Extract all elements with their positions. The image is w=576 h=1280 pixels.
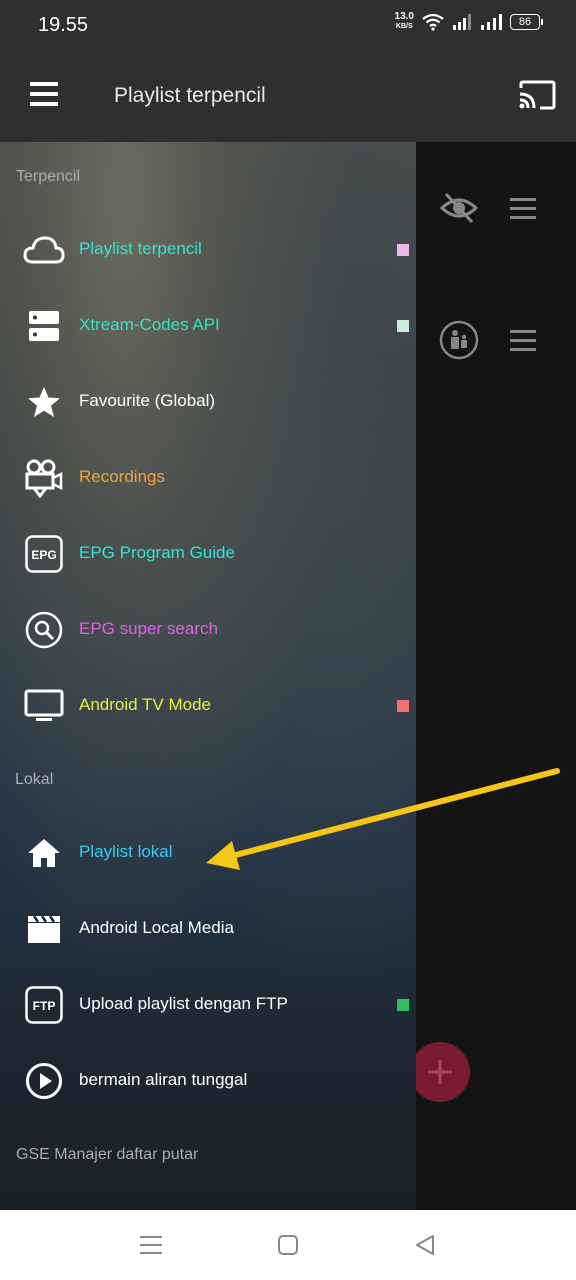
drawer-item-label: Recordings: [79, 467, 165, 486]
color-badge: [397, 700, 409, 712]
drawer-item-label: Android Local Media: [79, 918, 234, 937]
section-header-gse: GSE Manajer daftar putar: [16, 1146, 199, 1163]
network-speed: 13.0 KB/S: [394, 11, 414, 31]
plus-icon: [428, 1060, 452, 1084]
drawer-item-single-stream[interactable]: bermain aliran tunggal: [0, 1051, 416, 1111]
home-button-icon[interactable]: [278, 1235, 298, 1255]
drawer-item-ftp-upload[interactable]: FTP Upload playlist dengan FTP: [0, 975, 416, 1035]
play-circle-icon: [22, 1061, 66, 1101]
drawer-item-label: bermain aliran tunggal: [79, 1070, 248, 1089]
menu-icon[interactable]: [30, 82, 58, 106]
search-circle-icon: [22, 610, 66, 650]
drawer-item-favourite[interactable]: Favourite (Global): [0, 372, 416, 432]
cloud-icon: [22, 230, 66, 270]
drawer-item-label: Playlist terpencil: [79, 239, 202, 258]
ftp-icon: FTP: [22, 985, 66, 1025]
video-camera-icon: [22, 458, 66, 498]
svg-text:FTP: FTP: [33, 999, 56, 1013]
home-icon: [22, 833, 66, 873]
signal-icon: [453, 14, 471, 30]
drawer-item-label: EPG Program Guide: [79, 543, 235, 562]
drawer-item-local-media[interactable]: Android Local Media: [0, 899, 416, 959]
visibility-off-icon[interactable]: [440, 192, 478, 224]
drawer-item-label: Xtream-Codes API: [79, 315, 220, 334]
battery-icon: 86: [510, 14, 543, 30]
drawer-item-label: Android TV Mode: [79, 695, 211, 714]
back-icon[interactable]: [414, 1234, 436, 1256]
status-bar: 19.55 13.0 KB/S 86: [0, 0, 576, 52]
svg-text:EPG: EPG: [31, 548, 56, 562]
epg-icon: EPG: [22, 534, 66, 574]
recent-apps-icon[interactable]: [140, 1234, 162, 1256]
cast-icon[interactable]: [518, 80, 556, 110]
status-time: 19.55: [38, 14, 89, 36]
drawer-item-android-tv-mode[interactable]: Android TV Mode: [0, 676, 416, 736]
color-badge: [397, 320, 409, 332]
signal-icon: [481, 14, 502, 30]
drawer-item-label: Playlist lokal: [79, 842, 173, 861]
drag-handle-icon[interactable]: [510, 330, 536, 352]
section-header-remote: Terpencil: [16, 168, 81, 185]
tv-icon: [22, 686, 66, 726]
drawer-item-label: EPG super search: [79, 619, 218, 638]
drawer-item-epg-search[interactable]: EPG super search: [0, 600, 416, 660]
server-icon: [22, 306, 66, 346]
system-nav-bar: [0, 1210, 576, 1280]
drawer-item-xtream-codes[interactable]: Xtream-Codes API: [0, 296, 416, 356]
drawer-item-label: Favourite (Global): [79, 391, 216, 410]
navigation-drawer: Terpencil Playlist terpencil Xtream-Code…: [0, 142, 416, 1210]
app-bar: Playlist terpencil: [0, 52, 576, 142]
drawer-item-recordings[interactable]: Recordings: [0, 448, 416, 508]
drag-handle-icon[interactable]: [510, 198, 536, 220]
drawer-item-epg-guide[interactable]: EPG EPG Program Guide: [0, 524, 416, 584]
page-title: Playlist terpencil: [114, 84, 266, 107]
wifi-icon: [422, 13, 444, 31]
star-icon: [22, 382, 66, 422]
color-badge: [397, 244, 409, 256]
drawer-item-local-playlist[interactable]: Playlist lokal: [0, 823, 416, 883]
parental-control-icon[interactable]: [439, 320, 479, 360]
add-button[interactable]: [410, 1042, 470, 1102]
color-badge: [397, 999, 409, 1011]
section-header-local: Lokal: [15, 771, 54, 788]
drawer-item-remote-playlist[interactable]: Playlist terpencil: [0, 220, 416, 280]
clapperboard-icon: [22, 909, 66, 949]
drawer-item-label: Upload playlist dengan FTP: [79, 994, 288, 1013]
